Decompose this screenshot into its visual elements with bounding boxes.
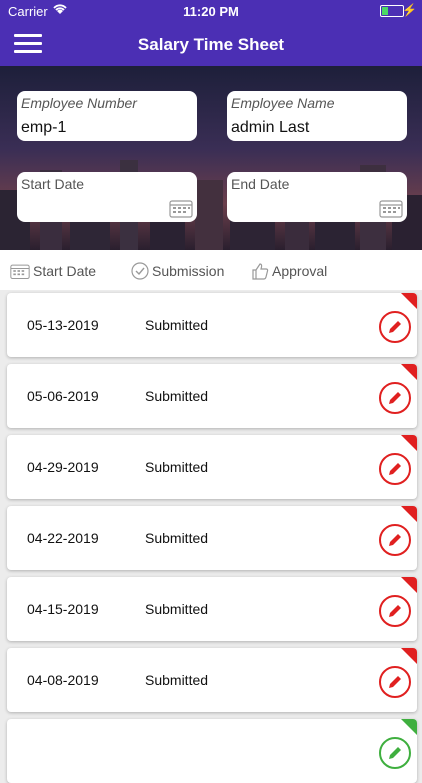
- row-start-date: 05-06-2019: [27, 388, 99, 404]
- status-flag-corner: [401, 435, 417, 451]
- start-date-field[interactable]: Start Date: [17, 172, 197, 222]
- employee-name-value: admin Last: [231, 119, 310, 136]
- row-status: Submitted: [145, 459, 209, 475]
- row-start-date: 05-13-2019: [27, 317, 99, 333]
- employee-name-field[interactable]: Employee Name admin Last: [227, 91, 407, 141]
- battery-icon: [380, 5, 404, 17]
- charging-icon: ⚡: [402, 3, 417, 17]
- row-start-date: 04-15-2019: [27, 601, 99, 617]
- start-date-label: Start Date: [21, 176, 85, 192]
- row-start-date: 04-22-2019: [27, 530, 99, 546]
- timesheet-row[interactable]: 04-29-2019 Submitted: [7, 435, 417, 499]
- calendar-icon[interactable]: [379, 198, 403, 218]
- timesheet-row[interactable]: [7, 719, 417, 783]
- clock: 11:20 PM: [183, 4, 239, 19]
- calendar-icon: [10, 264, 30, 280]
- approval-column-header: Approval: [251, 262, 327, 280]
- timesheet-row[interactable]: 05-06-2019 Submitted: [7, 364, 417, 428]
- nav-bar: Salary Time Sheet: [0, 22, 422, 66]
- status-flag-corner: [401, 506, 417, 522]
- edit-icon[interactable]: [379, 453, 411, 485]
- timesheet-row[interactable]: 04-15-2019 Submitted: [7, 577, 417, 641]
- employee-name-label: Employee Name: [231, 95, 335, 111]
- approval-header-label: Approval: [272, 263, 328, 279]
- edit-icon[interactable]: [379, 311, 411, 343]
- edit-icon[interactable]: [379, 595, 411, 627]
- check-circle-icon: [131, 262, 149, 280]
- row-status: Submitted: [145, 388, 209, 404]
- filter-panel: Employee Number emp-1 Employee Name admi…: [0, 66, 422, 250]
- status-flag-corner: [401, 577, 417, 593]
- submission-column-header: Submission: [131, 262, 224, 280]
- edit-icon[interactable]: [379, 382, 411, 414]
- edit-icon[interactable]: [379, 524, 411, 556]
- timesheet-row[interactable]: 05-13-2019 Submitted: [7, 293, 417, 357]
- edit-icon[interactable]: [379, 666, 411, 698]
- edit-icon[interactable]: [379, 737, 411, 769]
- status-flag-corner: [401, 719, 417, 735]
- employee-number-value: emp-1: [21, 119, 67, 136]
- row-status: Submitted: [145, 672, 209, 688]
- start-date-column-header: Start Date: [10, 262, 96, 280]
- status-flag-corner: [401, 293, 417, 309]
- submission-header-label: Submission: [152, 263, 225, 279]
- row-status: Submitted: [145, 530, 209, 546]
- end-date-label: End Date: [231, 176, 290, 192]
- timesheet-row[interactable]: 04-08-2019 Submitted: [7, 648, 417, 712]
- page-title: Salary Time Sheet: [137, 35, 285, 54]
- status-bar: Carrier 11:20 PM ⚡: [0, 0, 422, 22]
- row-status: Submitted: [145, 317, 209, 333]
- row-status: Submitted: [145, 601, 209, 617]
- start-date-header-label: Start Date: [33, 263, 97, 279]
- status-flag-corner: [401, 648, 417, 664]
- end-date-field[interactable]: End Date: [227, 172, 407, 222]
- timesheet-row[interactable]: 04-22-2019 Submitted: [7, 506, 417, 570]
- row-start-date: 04-08-2019: [27, 672, 99, 688]
- row-start-date: 04-29-2019: [27, 459, 99, 475]
- employee-number-label: Employee Number: [21, 95, 137, 111]
- list-header: Start Date Submission Approval: [0, 250, 422, 290]
- employee-number-field[interactable]: Employee Number emp-1: [17, 91, 197, 141]
- thumbs-up-icon: [252, 263, 269, 280]
- calendar-icon[interactable]: [169, 198, 193, 218]
- status-flag-corner: [401, 364, 417, 380]
